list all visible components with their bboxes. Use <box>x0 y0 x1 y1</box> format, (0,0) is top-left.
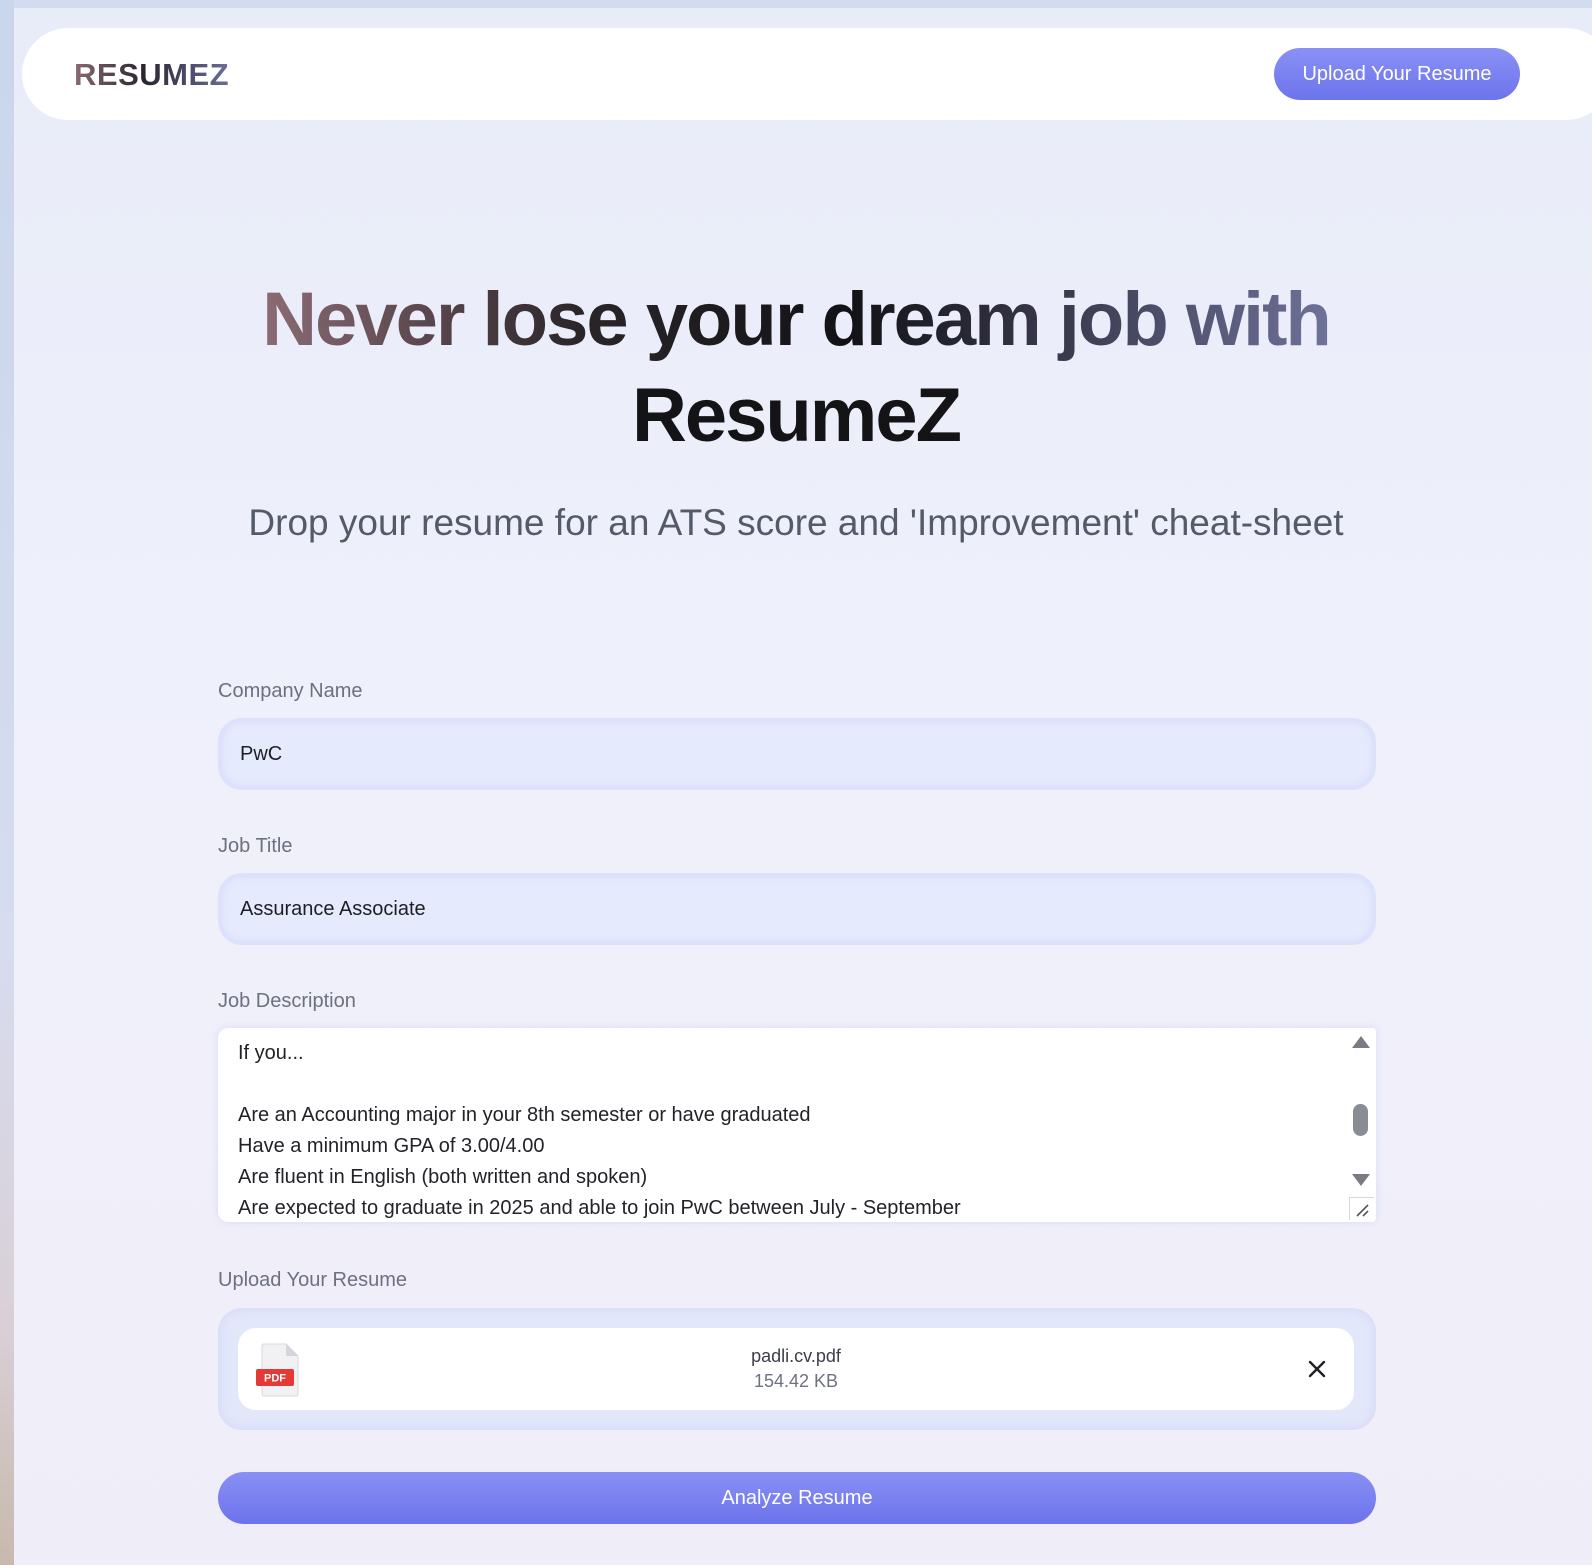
brand-logo[interactable]: RESUMEZ <box>74 57 229 93</box>
analyze-resume-button[interactable]: Analyze Resume <box>218 1472 1376 1524</box>
close-icon <box>1308 1360 1326 1378</box>
navbar: RESUMEZ Upload Your Resume <box>22 28 1592 120</box>
scroll-thumb[interactable] <box>1353 1104 1368 1136</box>
job-description-box: If you... Are an Accounting major in you… <box>218 1028 1376 1222</box>
upload-resume-label: Upload Your Resume <box>218 1269 408 1291</box>
file-name: padli.cv.pdf <box>751 1346 841 1366</box>
file-size: 154.42 KB <box>753 1371 839 1391</box>
company-name-label: Company Name <box>218 680 363 702</box>
page-top-edge <box>0 0 1592 8</box>
job-description-scrollbar[interactable] <box>1346 1028 1376 1222</box>
upload-resume-nav-button[interactable]: Upload Your Resume <box>1274 48 1520 100</box>
page-left-edge <box>0 0 14 1565</box>
company-name-input[interactable] <box>218 718 1376 790</box>
remove-file-button[interactable] <box>1302 1354 1332 1384</box>
uploaded-file-card: PDF padli.cv.pdf 154.42 KB <box>238 1328 1354 1410</box>
hero-subtitle: Drop your resume for an ATS score and 'I… <box>248 502 1344 543</box>
hero-title-line-2: ResumeZ <box>631 373 962 458</box>
upload-dropzone[interactable]: PDF padli.cv.pdf 154.42 KB <box>218 1308 1376 1430</box>
job-title-label: Job Title <box>218 835 293 857</box>
scroll-down-arrow-icon[interactable] <box>1352 1174 1370 1186</box>
job-title-input[interactable] <box>218 873 1376 945</box>
job-description-label: Job Description <box>218 990 356 1012</box>
hero-title: Never lose your dream job with ResumeZ <box>0 272 1592 464</box>
job-description-textarea[interactable]: If you... Are an Accounting major in you… <box>218 1028 1346 1222</box>
scroll-up-arrow-icon[interactable] <box>1352 1036 1370 1048</box>
resize-handle-icon[interactable] <box>1349 1197 1374 1220</box>
hero-title-line-1: Never lose your dream job with <box>262 277 1332 362</box>
